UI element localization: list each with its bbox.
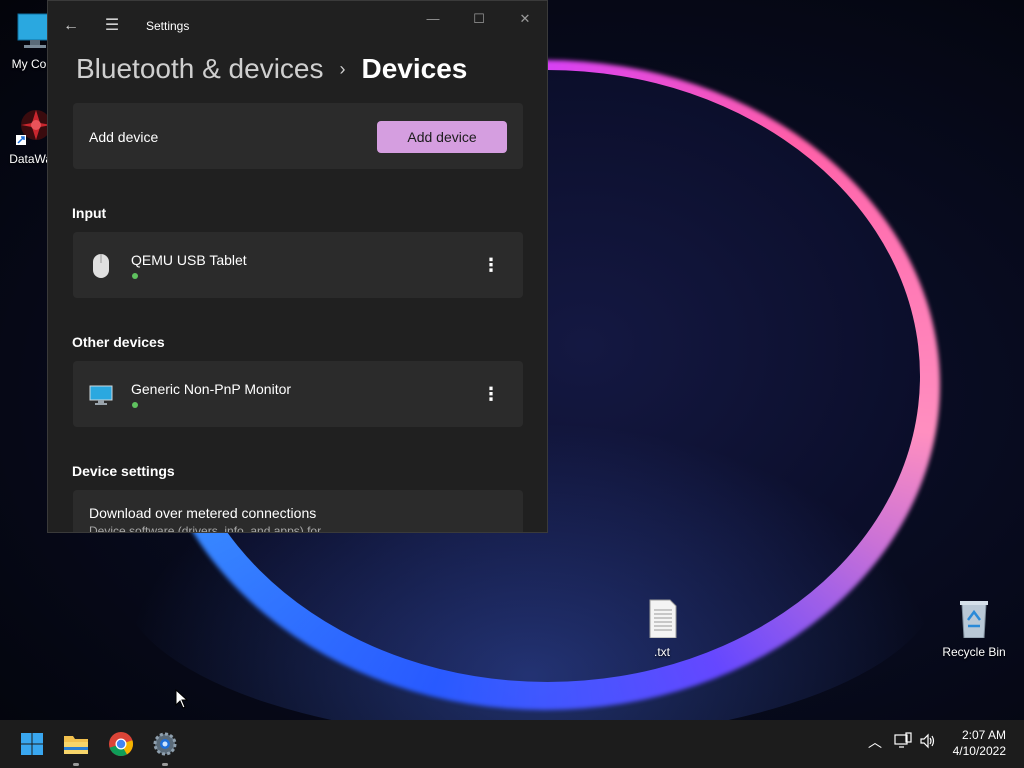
speaker-icon xyxy=(920,733,935,749)
start-button[interactable] xyxy=(16,728,48,760)
add-device-card: Add device Add device xyxy=(73,103,523,169)
device-name: Generic Non-PnP Monitor xyxy=(131,381,292,397)
more-options-icon[interactable]: ⋮ xyxy=(481,383,501,407)
monitor-network-icon xyxy=(894,732,912,748)
system-clock[interactable]: 2:07 AM 4/10/2022 xyxy=(953,727,1006,759)
desktop-icon-recycle-bin[interactable]: Recycle Bin xyxy=(934,598,1014,659)
settings-window: ← ☰ Settings — ☐ ✕ Bluetooth & devices ›… xyxy=(47,0,548,533)
folder-icon xyxy=(64,736,88,754)
page-title: Devices xyxy=(361,53,468,84)
chevron-right-icon: › xyxy=(339,58,346,79)
device-card-qemu-tablet[interactable]: QEMU USB Tablet ⋮ xyxy=(73,232,523,298)
text-file-icon xyxy=(649,599,677,639)
desktop-icon-label: Recycle Bin xyxy=(942,645,1006,659)
setting-description: Device software (drivers, info, and apps… xyxy=(89,524,322,533)
device-name: QEMU USB Tablet xyxy=(131,252,247,268)
chrome-icon xyxy=(109,732,133,757)
desktop-icon-label: .txt xyxy=(653,645,670,659)
section-title-device-settings: Device settings xyxy=(72,463,175,479)
device-card-generic-monitor[interactable]: Generic Non-PnP Monitor ⋮ xyxy=(73,361,523,427)
setting-label: Download over metered connections xyxy=(89,505,317,521)
title-bar: ← ☰ Settings — ☐ ✕ xyxy=(48,1,547,51)
clock-time: 2:07 AM xyxy=(961,728,1006,742)
close-button[interactable]: ✕ xyxy=(502,7,547,31)
mouse-icon xyxy=(93,254,109,278)
desktop-icon-txt-file[interactable]: .txt xyxy=(622,598,702,659)
file-explorer-button[interactable] xyxy=(60,728,92,766)
settings-taskbar-button[interactable] xyxy=(149,728,181,766)
metered-connections-setting[interactable]: Download over metered connections Device… xyxy=(73,490,523,533)
maximize-button[interactable]: ☐ xyxy=(456,7,502,31)
running-indicator xyxy=(73,763,79,766)
add-device-button[interactable]: Add device xyxy=(377,121,507,153)
breadcrumb-parent-link[interactable]: Bluetooth & devices xyxy=(76,53,324,85)
chevron-up-icon[interactable]: ︿ xyxy=(865,732,885,752)
add-device-label: Add device xyxy=(89,129,159,145)
monitor-icon xyxy=(89,385,113,405)
back-arrow-icon[interactable]: ← xyxy=(60,15,82,37)
connected-status-dot xyxy=(132,402,138,408)
section-title-other-devices: Other devices xyxy=(72,334,165,350)
minimize-button[interactable]: — xyxy=(410,7,456,31)
breadcrumb: Bluetooth & devices › Devices xyxy=(76,49,467,89)
section-title-input: Input xyxy=(72,205,107,221)
gear-icon xyxy=(153,732,177,756)
recycle-bin-icon xyxy=(960,601,988,639)
more-options-icon[interactable]: ⋮ xyxy=(481,254,501,278)
chrome-button[interactable] xyxy=(105,728,137,760)
connected-status-dot xyxy=(132,273,138,279)
volume-icon[interactable] xyxy=(918,732,938,752)
mouse-cursor-icon xyxy=(175,689,189,709)
window-title: Settings xyxy=(146,19,190,33)
clock-date: 4/10/2022 xyxy=(952,744,1006,758)
hamburger-menu-icon[interactable]: ☰ xyxy=(101,15,123,37)
network-icon[interactable] xyxy=(893,732,913,752)
taskbar: ︿ 2:07 AM 4/10/2022 xyxy=(0,720,1024,768)
windows-logo-icon xyxy=(21,733,43,755)
running-indicator xyxy=(162,763,168,766)
